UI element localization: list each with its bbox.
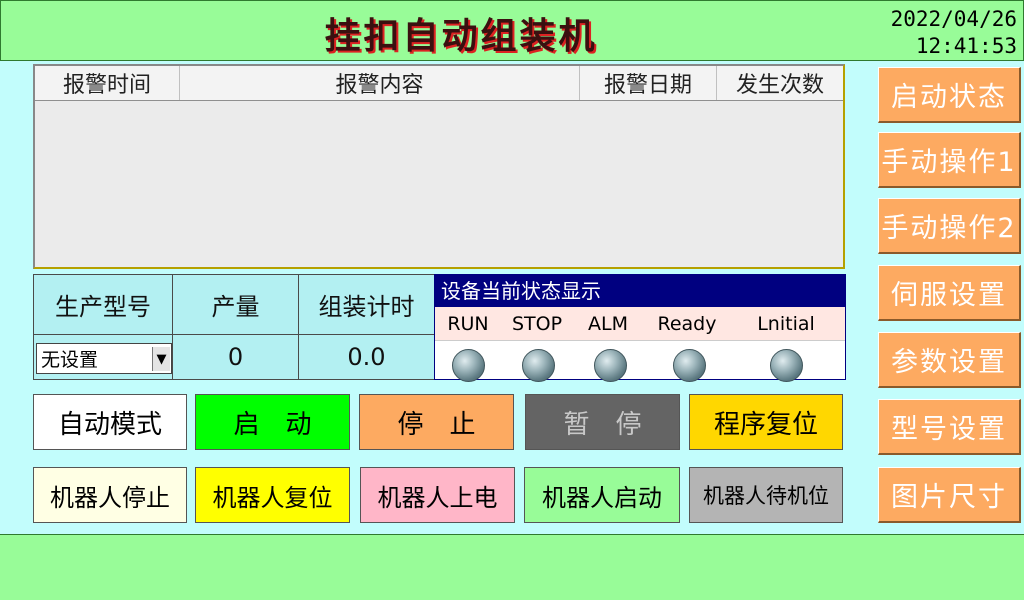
alarm-col-count: 发生次数 xyxy=(735,73,824,98)
side-btn-manual-1[interactable]: 手动操作1 xyxy=(878,132,1021,188)
output-label: 产量 xyxy=(172,274,299,335)
status-label-ready: Ready xyxy=(657,313,717,335)
start-button[interactable]: 启 动 xyxy=(195,394,350,450)
auto-mode-button[interactable]: 自动模式 xyxy=(33,394,187,450)
timer-label: 组装计时 xyxy=(298,274,435,335)
model-label: 生产型号 xyxy=(33,274,173,335)
alarm-col-time: 报警时间 xyxy=(35,66,180,100)
status-title: 设备当前状态显示 xyxy=(435,275,845,307)
lamp-initial-icon xyxy=(770,349,803,382)
alarm-table[interactable]: 报警时间 报警内容 报警日期 发生次数 xyxy=(33,64,845,269)
status-panel: 设备当前状态显示 RUN STOP ALM Ready Lnitial xyxy=(434,274,846,382)
status-label-run: RUN xyxy=(447,313,489,335)
status-label-alm: ALM xyxy=(588,313,628,335)
robot-standby-button[interactable]: 机器人待机位 xyxy=(689,467,843,523)
robot-reset-button[interactable]: 机器人复位 xyxy=(195,467,350,523)
chevron-down-icon[interactable]: ▼ xyxy=(152,347,170,371)
status-label-initial: Lnitial xyxy=(757,313,815,335)
robot-start-button[interactable]: 机器人启动 xyxy=(524,467,680,523)
lamp-stop-icon xyxy=(522,349,555,382)
alarm-col-content: 报警内容 xyxy=(180,66,580,100)
clock-date: 2022/04/26 xyxy=(890,7,1017,31)
footer-bar xyxy=(0,534,1024,600)
app-title: 挂扣自动组装机 xyxy=(324,15,598,57)
clock-time: 12:41:53 xyxy=(915,34,1017,58)
robot-power-on-button[interactable]: 机器人上电 xyxy=(360,467,515,523)
side-btn-image-size[interactable]: 图片尺寸 xyxy=(878,467,1021,523)
side-btn-model-settings[interactable]: 型号设置 xyxy=(878,399,1021,455)
side-btn-servo-settings[interactable]: 伺服设置 xyxy=(878,265,1021,321)
status-label-row: RUN STOP ALM Ready Lnitial xyxy=(435,307,845,341)
status-label-stop: STOP xyxy=(511,313,563,335)
alarm-col-date: 报警日期 xyxy=(580,66,717,100)
lamp-ready-icon xyxy=(673,349,706,382)
lamp-alm-icon xyxy=(594,349,627,382)
lamp-run-icon xyxy=(452,349,485,382)
program-reset-button[interactable]: 程序复位 xyxy=(689,394,843,450)
stop-button[interactable]: 停 止 xyxy=(359,394,514,450)
side-btn-param-settings[interactable]: 参数设置 xyxy=(878,332,1021,388)
robot-stop-button[interactable]: 机器人停止 xyxy=(33,467,187,523)
side-btn-startup-status[interactable]: 启动状态 xyxy=(878,67,1021,123)
pause-button[interactable]: 暂 停 xyxy=(525,394,680,450)
model-select[interactable]: 无设置 ▼ xyxy=(36,343,172,374)
model-select-value: 无设置 xyxy=(41,349,99,371)
alarm-table-header: 报警时间 报警内容 报警日期 发生次数 xyxy=(35,66,843,101)
header-bar: 挂扣自动组装机 2022/04/26 12:41:53 xyxy=(0,0,1024,61)
output-value: 0 xyxy=(172,334,299,380)
timer-value: 0.0 xyxy=(298,334,435,380)
side-btn-manual-2[interactable]: 手动操作2 xyxy=(878,198,1021,254)
